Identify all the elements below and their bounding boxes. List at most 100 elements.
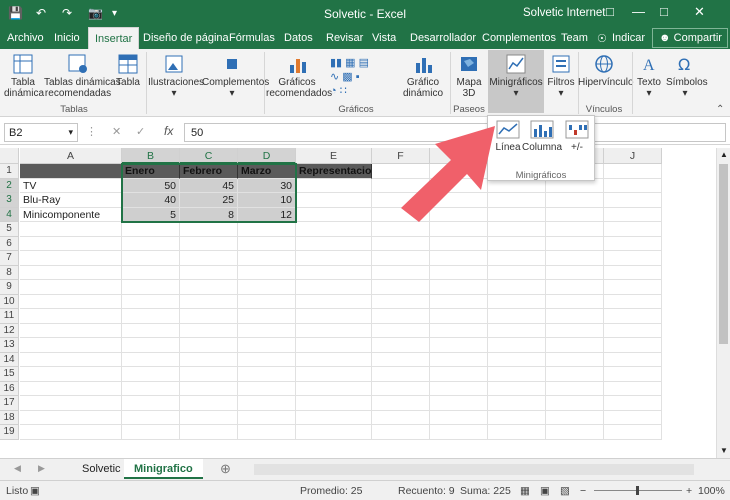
empty-cell[interactable]	[180, 425, 238, 440]
empty-cell[interactable]	[20, 236, 122, 251]
row-header-6[interactable]: 6	[0, 236, 19, 251]
row-label-cell[interactable]: Blu-Ray	[20, 193, 122, 208]
empty-cell[interactable]	[546, 323, 604, 338]
ilustraciones-button[interactable]: Ilustraciones ▾	[148, 53, 204, 99]
header-cell-b[interactable]: Enero	[122, 164, 180, 179]
empty-cell[interactable]	[604, 178, 662, 193]
row-header-8[interactable]: 8	[0, 265, 19, 280]
close-icon[interactable]: ✕	[694, 4, 705, 20]
empty-cell[interactable]	[546, 352, 604, 367]
empty-cell[interactable]	[180, 265, 238, 280]
row-header-18[interactable]: 18	[0, 410, 19, 425]
tab-archivo[interactable]: Archivo	[7, 32, 44, 44]
empty-cell[interactable]	[604, 251, 662, 266]
empty-cell[interactable]	[296, 381, 372, 396]
ribbon-display-icon[interactable]: □	[606, 4, 614, 19]
empty-cell[interactable]	[488, 410, 546, 425]
empty-cell[interactable]	[546, 410, 604, 425]
empty-cell[interactable]	[180, 309, 238, 324]
header-cell-e[interactable]: Representacion	[296, 164, 372, 179]
empty-cell[interactable]	[546, 367, 604, 382]
empty-cell[interactable]	[180, 323, 238, 338]
share-button[interactable]: ☻ Compartir	[652, 28, 728, 48]
empty-cell[interactable]	[546, 251, 604, 266]
empty-cell[interactable]	[238, 410, 296, 425]
select-all-corner[interactable]	[0, 148, 19, 164]
empty-cell[interactable]	[122, 396, 180, 411]
page-layout-icon[interactable]: ▣	[540, 485, 550, 497]
combo-chart-icon[interactable]: ▪	[356, 71, 360, 83]
empty-cell[interactable]	[238, 294, 296, 309]
empty-cell[interactable]	[604, 280, 662, 295]
column-header-c[interactable]: C	[180, 148, 238, 164]
empty-cell[interactable]	[296, 367, 372, 382]
macro-record-icon[interactable]: ▣	[30, 485, 40, 497]
empty-cell[interactable]	[488, 367, 546, 382]
empty-cell[interactable]	[20, 251, 122, 266]
empty-cell[interactable]	[296, 265, 372, 280]
empty-cell[interactable]	[296, 338, 372, 353]
row-header-13[interactable]: 13	[0, 338, 19, 353]
hipervinculo-button[interactable]: Hipervínculo	[578, 53, 634, 88]
complementos-button[interactable]: Complementos ▾	[202, 53, 269, 99]
empty-cell[interactable]	[604, 410, 662, 425]
empty-cell[interactable]	[604, 381, 662, 396]
line-chart-icon[interactable]: ∿	[330, 71, 339, 83]
empty-cell[interactable]	[430, 396, 488, 411]
empty-cell[interactable]	[238, 381, 296, 396]
column-chart-icon[interactable]: ▮▮	[330, 57, 342, 69]
empty-cell[interactable]	[546, 396, 604, 411]
pie-chart-icon[interactable]: ◔	[330, 85, 337, 97]
enter-icon[interactable]: ✓	[136, 125, 145, 138]
empty-cell[interactable]	[20, 323, 122, 338]
empty-cell[interactable]	[604, 193, 662, 208]
empty-cell[interactable]	[122, 280, 180, 295]
empty-cell[interactable]	[604, 352, 662, 367]
empty-cell[interactable]	[296, 251, 372, 266]
empty-cell[interactable]	[296, 178, 372, 193]
zoom-slider-thumb[interactable]	[636, 486, 639, 495]
row-header-7[interactable]: 7	[0, 251, 19, 266]
add-sheet-icon[interactable]: ⊕	[220, 461, 231, 477]
empty-cell[interactable]	[430, 338, 488, 353]
empty-cell[interactable]	[122, 309, 180, 324]
empty-cell[interactable]	[296, 193, 372, 208]
horizontal-scrollbar[interactable]	[254, 464, 694, 475]
header-cell-c[interactable]: Febrero	[180, 164, 238, 179]
empty-cell[interactable]	[372, 425, 430, 440]
empty-cell[interactable]	[180, 222, 238, 237]
empty-cell[interactable]	[238, 265, 296, 280]
empty-cell[interactable]	[238, 323, 296, 338]
empty-cell[interactable]	[122, 425, 180, 440]
vertical-scrollbar[interactable]: ▲ ▼	[716, 148, 730, 458]
chevron-down-icon[interactable]: ▾	[68, 127, 73, 138]
empty-cell[interactable]	[20, 381, 122, 396]
filtros-button[interactable]: Filtros ▾	[546, 53, 576, 99]
empty-cell[interactable]	[488, 236, 546, 251]
zoom-out-icon[interactable]: −	[580, 485, 586, 497]
empty-cell[interactable]	[122, 265, 180, 280]
empty-cell[interactable]	[546, 193, 604, 208]
empty-cell[interactable]	[20, 222, 122, 237]
sparkline-column-button[interactable]: Columna	[522, 120, 562, 153]
empty-cell[interactable]	[372, 338, 430, 353]
stat-chart-icon[interactable]: ▩	[342, 71, 352, 83]
empty-cell[interactable]	[180, 280, 238, 295]
empty-cell[interactable]	[372, 323, 430, 338]
value-cell[interactable]: 45	[180, 178, 238, 193]
tabla-button[interactable]: Tabla	[114, 53, 142, 88]
empty-cell[interactable]	[546, 381, 604, 396]
empty-cell[interactable]	[604, 236, 662, 251]
empty-cell[interactable]	[546, 309, 604, 324]
value-cell[interactable]: 8	[180, 207, 238, 222]
empty-cell[interactable]	[180, 338, 238, 353]
empty-cell[interactable]	[296, 425, 372, 440]
empty-cell[interactable]	[296, 352, 372, 367]
empty-cell[interactable]	[372, 367, 430, 382]
header-cell-a[interactable]	[20, 164, 122, 179]
empty-cell[interactable]	[122, 294, 180, 309]
empty-cell[interactable]	[488, 381, 546, 396]
empty-cell[interactable]	[488, 323, 546, 338]
tabla-dinamica-button[interactable]: Tabla dinámica	[4, 53, 44, 99]
empty-cell[interactable]	[488, 425, 546, 440]
